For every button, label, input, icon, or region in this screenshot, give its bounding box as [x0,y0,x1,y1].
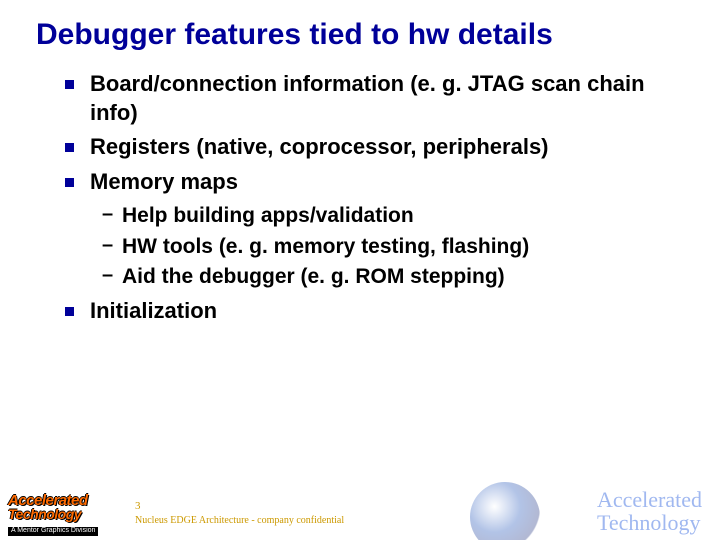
bullet-item: Initialization [60,297,680,326]
bullet-text: Registers (native, coprocessor, peripher… [78,133,680,162]
sub-item: – Aid the debugger (e. g. ROM stepping) [102,263,680,291]
dash-icon: – [102,233,118,261]
brand-text: Accelerated Technology [597,488,702,534]
sub-list: – Help building apps/validation – HW too… [60,202,680,291]
sub-item: – Help building apps/validation [102,202,680,230]
dash-icon: – [102,202,118,230]
bullet-item: Memory maps [60,168,680,197]
bullet-text: Board/connection information (e. g. JTAG… [78,70,680,127]
sub-text: HW tools (e. g. memory testing, flashing… [118,233,680,261]
footer: Accelerated Technology A Mentor Graphics… [0,482,720,540]
bullet-icon [60,70,78,127]
bullet-item: Registers (native, coprocessor, peripher… [60,133,680,162]
logo: Accelerated Technology A Mentor Graphics… [8,494,98,536]
sub-item: – HW tools (e. g. memory testing, flashi… [102,233,680,261]
page-number: 3 [135,500,141,512]
bullet-item: Board/connection information (e. g. JTAG… [60,70,680,127]
bullet-text: Initialization [78,297,680,326]
sub-text: Aid the debugger (e. g. ROM stepping) [118,263,680,291]
bullet-icon [60,168,78,197]
slide-content: Board/connection information (e. g. JTAG… [0,60,720,326]
logo-line2: Technology [8,508,98,521]
slide: Debugger features tied to hw details Boa… [0,0,720,540]
bullet-icon [60,133,78,162]
brand-line2: Technology [597,511,702,534]
logo-division: A Mentor Graphics Division [8,527,98,536]
brand-line1: Accelerated [597,488,702,511]
bullet-text: Memory maps [78,168,680,197]
slide-title: Debugger features tied to hw details [0,0,720,60]
dash-icon: – [102,263,118,291]
sub-text: Help building apps/validation [118,202,680,230]
bullet-icon [60,297,78,326]
confidential-text: Nucleus EDGE Architecture - company conf… [135,515,344,526]
dial-graphic [470,482,540,540]
